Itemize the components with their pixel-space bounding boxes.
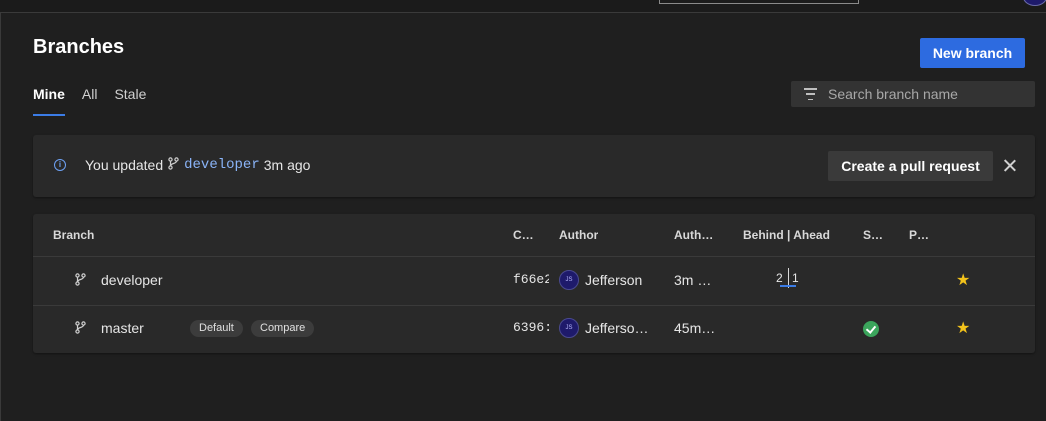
branch-icon [75,273,86,289]
authored-date: 3m … [674,272,712,288]
authored-date: 45m… [674,320,716,336]
tab-mine[interactable]: Mine [33,86,65,116]
author-avatar: JS [559,318,579,338]
author-avatar: JS [559,270,579,290]
column-header-behind-ahead[interactable]: Behind | Ahead [743,228,830,242]
behind-bar [780,285,796,287]
banner-branch-link[interactable]: developer [184,157,260,173]
branch-name-link[interactable]: master [101,320,144,336]
banner-message: You updated developer 3m ago [85,157,310,173]
tab-all[interactable]: All [82,86,98,116]
default-badge: Default [190,320,243,337]
check-circle-icon[interactable] [863,321,879,337]
column-header-author[interactable]: Author [559,228,598,242]
global-search-box[interactable] [659,0,859,4]
new-branch-button[interactable]: New branch [920,38,1025,68]
branch-search-box[interactable] [791,81,1035,107]
search-input[interactable] [826,85,1035,103]
branch-filter-tabs: Mine All Stale [33,86,146,116]
top-header-bar [0,0,1046,13]
column-header-pull-request[interactable]: P… [909,228,931,242]
banner-prefix: You updated [85,157,164,173]
filter-icon [803,88,817,100]
author-name: Jefferson [585,272,643,288]
branch-icon [75,321,86,337]
column-header-status[interactable]: S… [863,228,885,242]
commit-id-link[interactable]: f66e2 [513,272,549,287]
author-name: Jefferso… [585,320,649,336]
branch-icon [168,157,179,173]
column-header-branch[interactable]: Branch [53,228,94,242]
branch-name-link[interactable]: developer [101,272,163,288]
close-icon[interactable] [1001,157,1019,175]
info-icon: i [54,159,66,171]
page-title: Branches [33,36,125,58]
banner-time: 3m ago [263,157,311,173]
left-rail-divider [0,12,1,421]
commit-id-link[interactable]: 6396: [513,320,549,335]
star-icon[interactable]: ★ [956,318,970,338]
table-row[interactable]: master Default Compare 6396: JS Jefferso… [33,305,1035,353]
tab-stale[interactable]: Stale [114,86,146,116]
star-icon[interactable]: ★ [956,270,970,290]
branches-table: Branch C… Author Auth… Behind | Ahead S…… [33,214,1035,353]
recent-update-banner: i You updated developer 3m ago Create a … [33,135,1035,197]
behind-count: 2 [776,271,783,285]
compare-badge[interactable]: Compare [251,320,315,337]
table-row[interactable]: developer f66e2 JS Jefferson 3m … 2 1 ★ [33,257,1035,306]
table-header: Branch C… Author Auth… Behind | Ahead S…… [33,214,1035,257]
ahead-count: 1 [792,271,799,285]
column-header-commit[interactable]: C… [513,228,535,242]
column-header-authored[interactable]: Auth… [674,228,718,242]
create-pull-request-button[interactable]: Create a pull request [828,151,993,181]
